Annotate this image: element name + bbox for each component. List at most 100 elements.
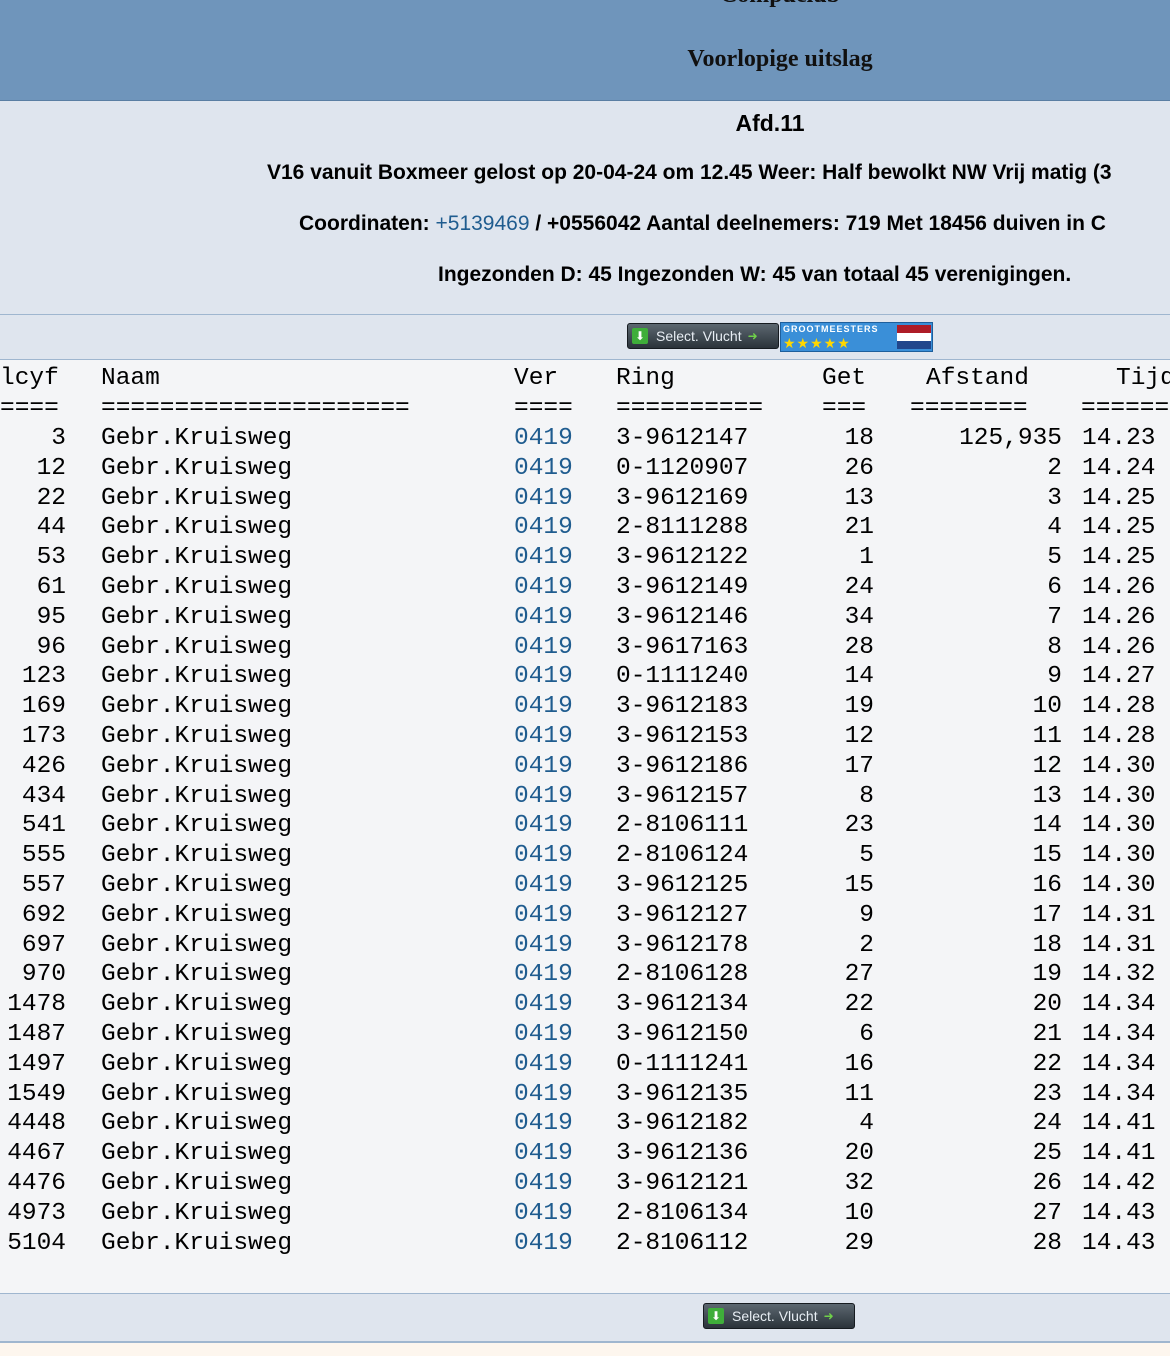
cell-afstand: 24 <box>1032 1110 1062 1138</box>
cell-get: 4 <box>859 1110 874 1138</box>
table-row: 4467 Gebr.Kruisweg 0419 3-9612136 20 25 14.41 <box>0 1140 1170 1170</box>
cell-ring: 3-9612149 <box>616 574 749 601</box>
cell-afstand: 27 <box>1032 1199 1062 1227</box>
cell-naam: Gebr.Kruisweg <box>101 782 293 810</box>
cell-ver[interactable]: 0419 <box>514 514 584 541</box>
cell-tijd: 14.31 <box>1082 931 1156 959</box>
table-row: 4476 Gebr.Kruisweg 0419 3-9612121 32 26 14.42 <box>0 1170 1170 1200</box>
cell-ver[interactable]: 0419 <box>514 1081 584 1108</box>
cell-naam: Gebr.Kruisweg <box>101 425 293 452</box>
cell-tijd: 14.41 <box>1082 1140 1156 1168</box>
cell-naam: Gebr.Kruisweg <box>101 484 293 512</box>
cell-pl: 169 <box>21 693 66 721</box>
cell-tijd: 14.34 <box>1082 991 1156 1019</box>
cell-ver[interactable]: 0419 <box>514 961 584 988</box>
cell-naam: Gebr.Kruisweg <box>101 1140 293 1168</box>
top-toolbar: ⬇ Select. Vlucht ➜ GROOTMEESTERS ★★★★★ <box>0 315 1170 360</box>
cell-afstand: 16 <box>1032 872 1062 899</box>
cell-naam: Gebr.Kruisweg <box>101 1170 293 1197</box>
cell-ver[interactable]: 0419 <box>514 991 584 1018</box>
cell-afstand: 14 <box>1032 812 1062 840</box>
cell-pl: 4476 <box>7 1170 66 1197</box>
grootmeesters-banner[interactable]: GROOTMEESTERS ★★★★★ <box>780 322 933 352</box>
cell-ring: 3-9617163 <box>616 633 749 661</box>
cell-ver[interactable]: 0419 <box>514 932 584 959</box>
cell-afstand: 18 <box>1032 931 1062 959</box>
cell-ring: 3-9612169 <box>616 484 749 512</box>
cell-ver[interactable]: 0419 <box>514 425 584 452</box>
cell-ver[interactable]: 0419 <box>514 663 584 690</box>
cell-tijd: 14.23 <box>1082 425 1156 452</box>
cell-afstand: 9 <box>1047 663 1062 691</box>
cell-afstand: 10 <box>1032 693 1062 721</box>
download-icon: ⬇ <box>708 1308 724 1324</box>
cell-get: 22 <box>844 991 874 1019</box>
cell-tijd: 14.25 <box>1082 484 1156 512</box>
cell-ver[interactable]: 0419 <box>514 1021 584 1048</box>
table-row: 95 Gebr.Kruisweg 0419 3-9612146 34 7 14.26 <box>0 604 1170 634</box>
cell-ver[interactable]: 0419 <box>514 485 584 512</box>
cell-ver[interactable]: 0419 <box>514 1051 584 1078</box>
club-name: Compuclub <box>720 0 840 9</box>
cell-ring: 0-1111241 <box>616 1050 749 1078</box>
cell-tijd: 14.28 <box>1082 693 1156 721</box>
cell-ver[interactable]: 0419 <box>514 1140 584 1167</box>
cell-pl: 557 <box>21 872 66 899</box>
cell-naam: Gebr.Kruisweg <box>101 723 293 750</box>
cell-naam: Gebr.Kruisweg <box>101 991 293 1019</box>
cell-ver[interactable]: 0419 <box>514 693 584 720</box>
cell-ver[interactable]: 0419 <box>514 723 584 750</box>
cell-pl: 5104 <box>7 1229 66 1257</box>
coord-link[interactable]: +5139469 <box>436 212 530 235</box>
cell-get: 14 <box>844 663 874 691</box>
select-vlucht-button-bottom[interactable]: ⬇ Select. Vlucht ➜ <box>703 1303 855 1329</box>
cell-tijd: 14.32 <box>1082 961 1156 989</box>
cell-ver[interactable]: 0419 <box>514 455 584 482</box>
table-row: 22 Gebr.Kruisweg 0419 3-9612169 13 3 14.25 <box>0 485 1170 515</box>
sep-get: === <box>822 395 867 422</box>
cell-ring: 3-9612153 <box>616 723 749 750</box>
cell-ver[interactable]: 0419 <box>514 634 584 661</box>
cell-ver[interactable]: 0419 <box>514 1230 584 1257</box>
cell-ver[interactable]: 0419 <box>514 1110 584 1137</box>
cell-pl: 697 <box>21 931 66 959</box>
cell-ring: 3-9612178 <box>616 931 749 959</box>
cell-ver[interactable]: 0419 <box>514 783 584 810</box>
cell-get: 8 <box>859 782 874 810</box>
cell-ver[interactable]: 0419 <box>514 902 584 929</box>
arrow-right-icon: ➜ <box>823 1309 834 1323</box>
cell-ring: 0-1120907 <box>616 454 749 482</box>
cell-naam: Gebr.Kruisweg <box>101 901 293 929</box>
cell-ring: 3-9612125 <box>616 872 749 899</box>
cell-ver[interactable]: 0419 <box>514 604 584 631</box>
select-vlucht-button[interactable]: ⬇ Select. Vlucht ➜ <box>627 323 779 349</box>
cell-pl: 541 <box>21 812 66 840</box>
table-row: 61 Gebr.Kruisweg 0419 3-9612149 24 6 14.26 <box>0 574 1170 604</box>
cell-naam: Gebr.Kruisweg <box>101 663 293 691</box>
header-naam: Naam <box>101 365 160 392</box>
cell-ver[interactable]: 0419 <box>514 1170 584 1197</box>
cell-ver[interactable]: 0419 <box>514 574 584 601</box>
cell-ver[interactable]: 0419 <box>514 812 584 839</box>
table-row: 1487 Gebr.Kruisweg 0419 3-9612150 6 21 14.34 <box>0 1021 1170 1051</box>
cell-ver[interactable]: 0419 <box>514 872 584 899</box>
cell-ver[interactable]: 0419 <box>514 842 584 869</box>
cell-naam: Gebr.Kruisweg <box>101 1080 293 1108</box>
results-table: lcyf Naam Ver Ring Get Afstand Tijd ====… <box>0 360 1170 1293</box>
cell-ver[interactable]: 0419 <box>514 1200 584 1227</box>
cell-tijd: 14.31 <box>1082 901 1156 929</box>
cell-afstand: 28 <box>1032 1229 1062 1257</box>
cell-get: 1 <box>859 544 874 572</box>
cell-pl: 123 <box>21 663 66 691</box>
cell-naam: Gebr.Kruisweg <box>101 1021 293 1048</box>
cell-ver[interactable]: 0419 <box>514 753 584 780</box>
cell-get: 32 <box>844 1170 874 1197</box>
cell-ver[interactable]: 0419 <box>514 544 584 571</box>
cell-tijd: 14.30 <box>1082 812 1156 840</box>
cell-ring: 3-9612134 <box>616 991 749 1019</box>
table-row: 53 Gebr.Kruisweg 0419 3-9612122 1 5 14.25 <box>0 544 1170 574</box>
cell-pl: 1549 <box>7 1080 66 1108</box>
ingezonden-line: Ingezonden D: 45 Ingezonden W: 45 van to… <box>438 263 1072 286</box>
cell-pl: 3 <box>51 425 66 452</box>
cell-afstand: 13 <box>1032 782 1062 810</box>
